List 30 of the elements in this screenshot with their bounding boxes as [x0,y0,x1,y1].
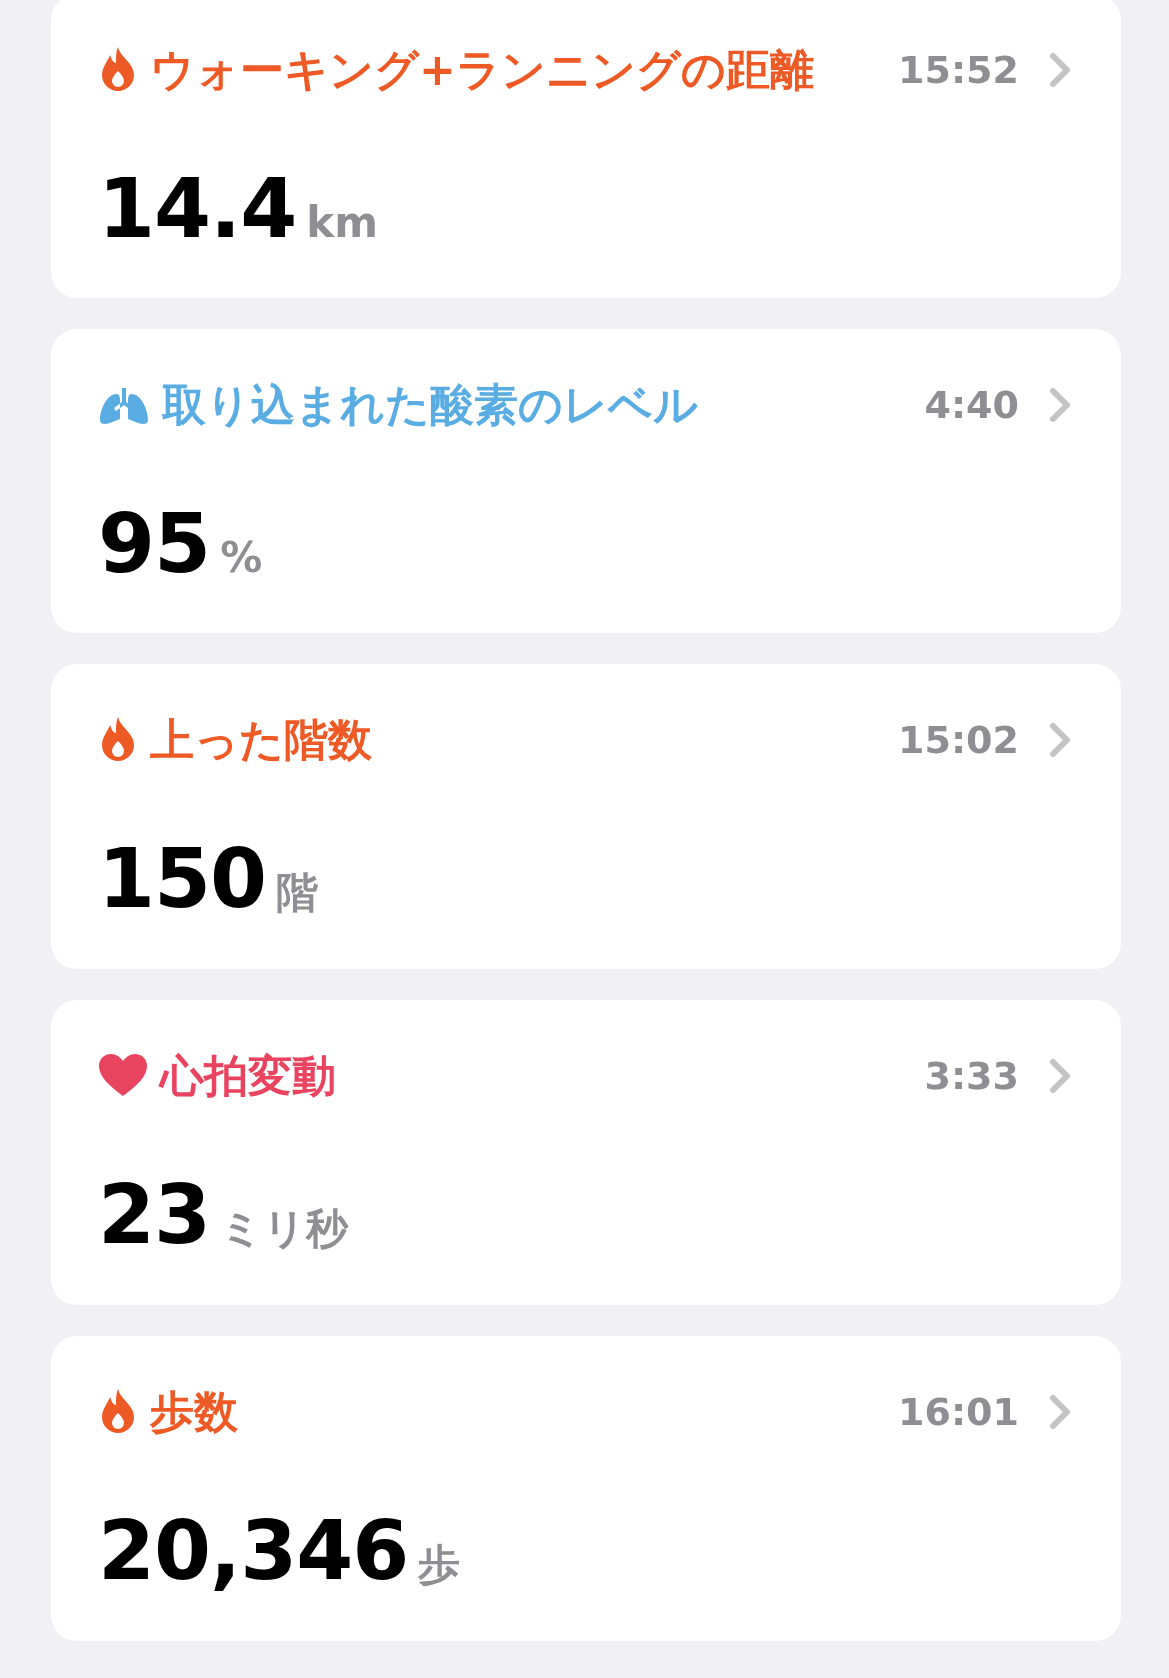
metric-value: 23 [98,1174,211,1256]
metric-title: 取り込まれた酸素のレベル [162,379,698,430]
metric-card[interactable]: ウォーキング+ランニングの距離 15:52 14.4 km [51,0,1121,298]
metric-card[interactable]: 心拍変動 3:33 23 ミリ秒 [51,1000,1121,1305]
time-label: 4:40 [924,383,1019,427]
metric-title: ウォーキング+ランニングの距離 [150,44,814,95]
chevron-icon [1049,52,1071,88]
metric-unit: 階 [276,867,319,919]
metric-value: 14.4 [98,168,297,250]
metric-unit: km [306,198,379,247]
metric-value: 95 [98,503,211,585]
metric-title: 上った階数 [150,714,372,765]
metric-value: 20,346 [98,1510,409,1592]
metric-card[interactable]: 歩数 16:01 20,346 歩 [51,1336,1121,1641]
metric-unit: 歩 [418,1539,461,1591]
time-label: 15:52 [898,48,1019,92]
metric-card[interactable]: 上った階数 15:02 150 階 [51,664,1121,969]
metric-title: 心拍変動 [160,1050,336,1101]
metric-unit: ミリ秒 [220,1203,349,1255]
chevron-icon [1049,722,1071,758]
time-label: 15:02 [898,718,1019,762]
time-label: 16:01 [898,1390,1019,1434]
chevron-icon [1049,387,1071,423]
chevron-icon [1049,1058,1071,1094]
time-label: 3:33 [924,1054,1019,1098]
metric-title: 歩数 [150,1386,238,1437]
metric-card[interactable]: 取り込まれた酸素のレベル 4:40 95% [51,329,1121,633]
metric-value: 150 [98,838,267,920]
chevron-icon [1049,1394,1071,1430]
metric-unit: % [220,533,263,582]
